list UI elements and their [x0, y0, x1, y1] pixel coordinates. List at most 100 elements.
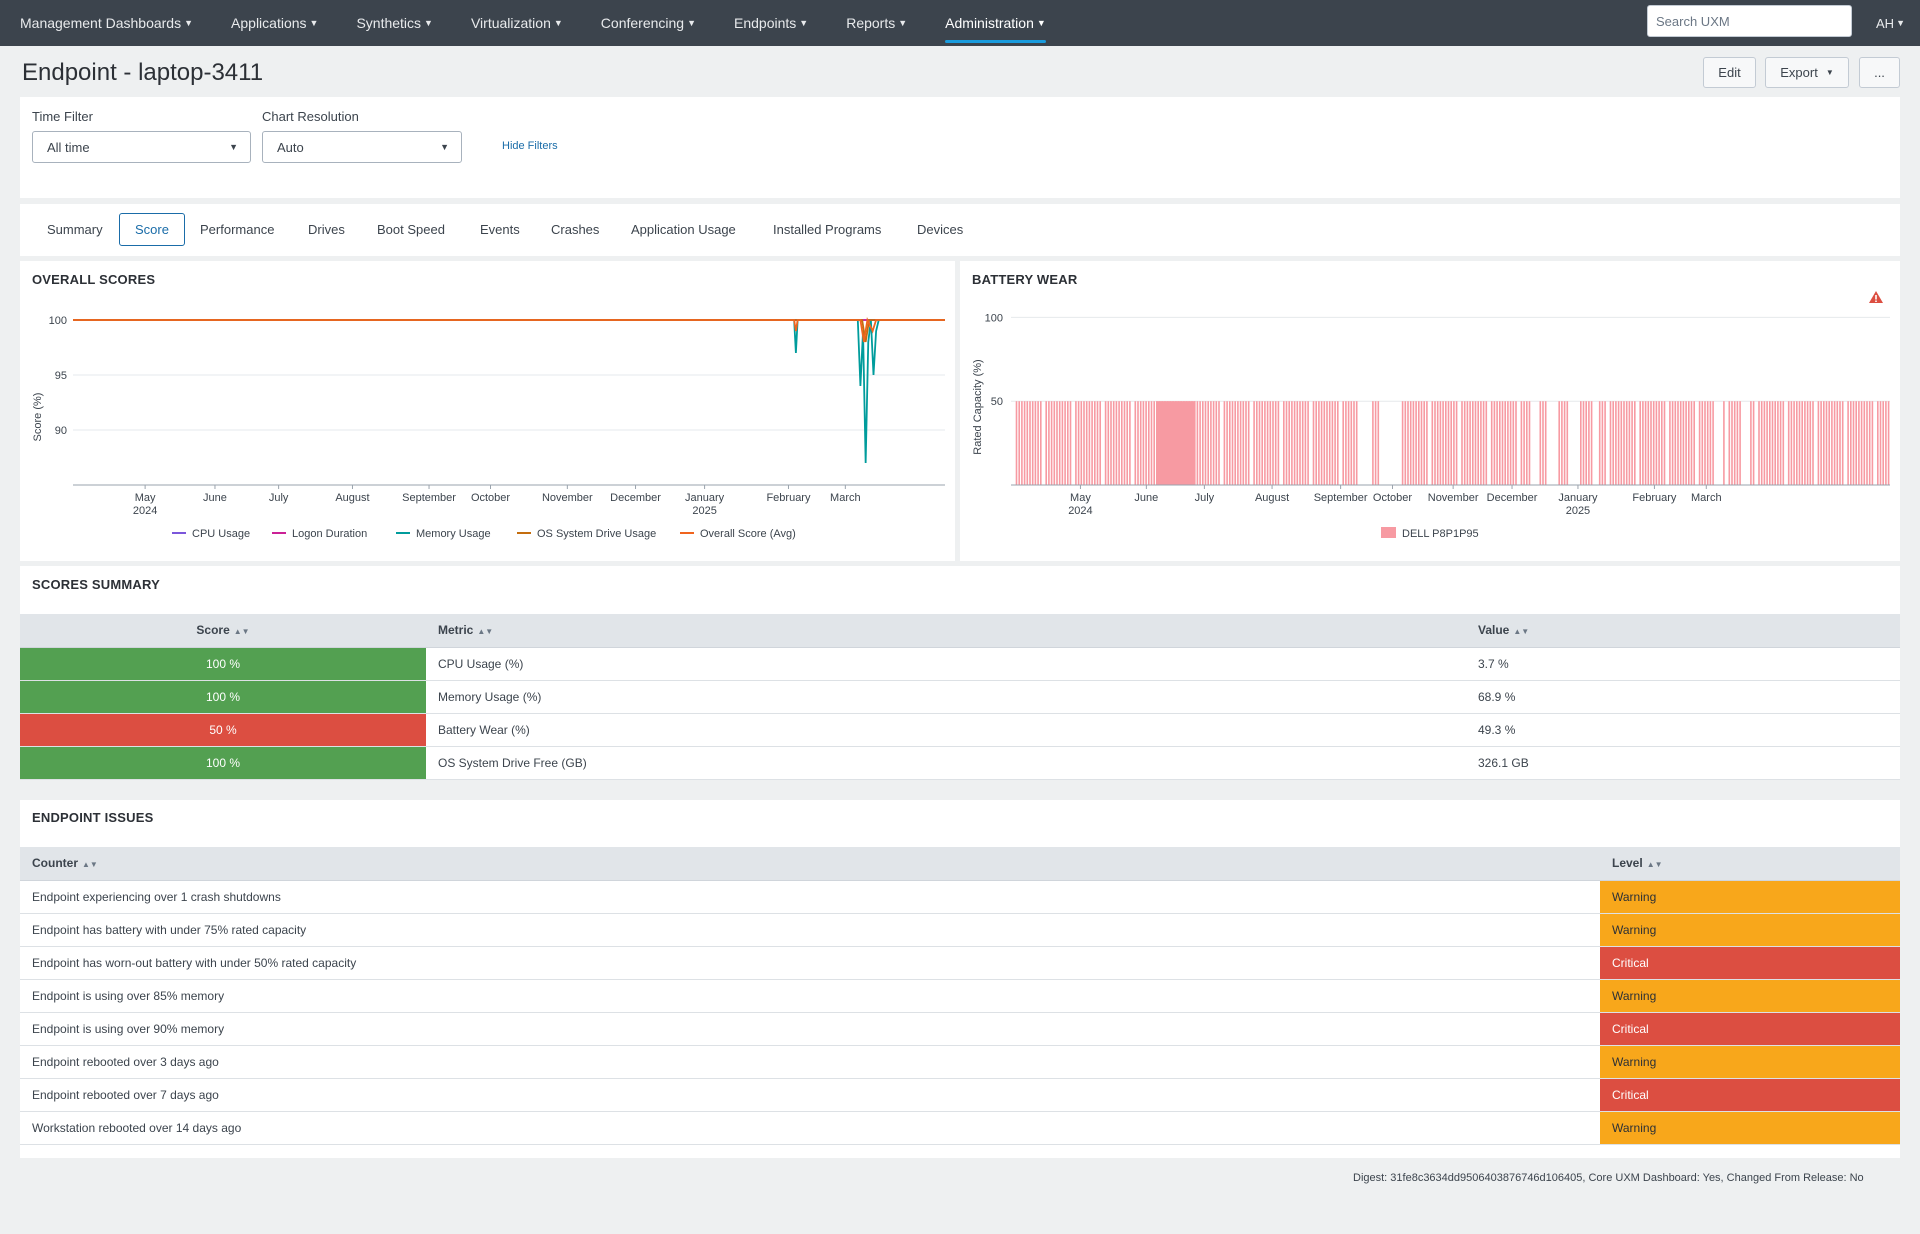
level-cell: Warning [1600, 880, 1900, 914]
battery-bar [1118, 401, 1120, 485]
tab-crashes[interactable]: Crashes [537, 213, 613, 246]
battery-bar [1482, 401, 1485, 485]
tab-devices[interactable]: Devices [903, 213, 977, 246]
battery-bar [1277, 401, 1280, 485]
counter-column-header[interactable]: Counter ▲▼ [20, 847, 1600, 881]
endpoint-issues-title: ENDPOINT ISSUES [32, 810, 154, 825]
battery-bar [1342, 401, 1344, 485]
battery-bar [1377, 401, 1380, 485]
battery-bar [1512, 401, 1515, 485]
x-tick-label: 2024 [1068, 505, 1092, 517]
battery-bar [1223, 401, 1226, 485]
more-actions-button[interactable]: ... [1859, 57, 1900, 88]
value-cell: 3.7 % [1466, 647, 1900, 681]
level-column-header[interactable]: Level ▲▼ [1600, 847, 1900, 881]
battery-bar [1442, 401, 1444, 485]
metric-column-header[interactable]: Metric ▲▼ [426, 614, 1466, 648]
battery-bar [1582, 401, 1585, 485]
battery-bar [1504, 401, 1506, 485]
nav-administration[interactable]: Administration ▼ [925, 0, 1064, 46]
nav-endpoints[interactable]: Endpoints ▼ [714, 0, 826, 46]
battery-bar [1871, 401, 1874, 485]
legend-label: Logon Duration [292, 528, 367, 540]
series-line [73, 316, 945, 343]
x-tick-label: June [203, 492, 227, 504]
value-cell: 68.9 % [1466, 680, 1900, 714]
edit-button[interactable]: Edit [1703, 57, 1756, 88]
top-nav: Management Dashboards ▼ Applications ▼ Syn… [0, 0, 1920, 46]
search-input[interactable] [1647, 5, 1852, 37]
legend-swatch [1381, 527, 1396, 538]
battery-bar [1407, 401, 1409, 485]
battery-bar [1839, 401, 1841, 485]
battery-bar [1879, 401, 1882, 485]
tab-application-usage[interactable]: Application Usage [617, 213, 750, 246]
caret-down-icon: ▼ [184, 18, 194, 28]
battery-bar [1434, 401, 1436, 485]
battery-bar [1261, 401, 1263, 485]
nav-label: Management Dashboards [20, 15, 182, 31]
battery-bar [1833, 401, 1836, 485]
export-button[interactable]: Export ▼ [1765, 57, 1849, 88]
battery-bar [1796, 401, 1798, 485]
battery-bar [1099, 401, 1101, 485]
battery-bar [1315, 401, 1317, 485]
battery-bar [1731, 401, 1733, 485]
tab-score[interactable]: Score [119, 213, 185, 246]
x-tick-label: June [1134, 492, 1158, 504]
y-tick-label: 50 [991, 396, 1003, 408]
time-filter-select[interactable]: All time ▼ [32, 131, 251, 163]
counter-cell: Endpoint is using over 85% memory [20, 979, 1600, 1013]
user-menu[interactable]: AH ▼ [1876, 0, 1905, 46]
battery-bar [1852, 401, 1855, 485]
nav-synthetics[interactable]: Synthetics ▼ [336, 0, 451, 46]
battery-bar [1156, 401, 1196, 485]
metric-col-label: Metric [438, 623, 474, 638]
tab-drives[interactable]: Drives [294, 213, 359, 246]
tab-installed-programs[interactable]: Installed Programs [759, 213, 895, 246]
battery-bar [1058, 401, 1061, 485]
nav-reports[interactable]: Reports ▼ [826, 0, 925, 46]
battery-bar [1234, 401, 1236, 485]
y-tick-label: 100 [985, 312, 1003, 324]
nav-applications[interactable]: Applications ▼ [211, 0, 336, 46]
nav-virtualization[interactable]: Virtualization ▼ [451, 0, 581, 46]
battery-bar [1331, 401, 1334, 485]
tab-summary[interactable]: Summary [33, 213, 117, 246]
battery-bar [1652, 401, 1655, 485]
hide-filters-link[interactable]: Hide Filters [502, 140, 558, 152]
battery-bar [1469, 401, 1471, 485]
battery-bar [1490, 401, 1493, 485]
battery-bar [1739, 401, 1741, 485]
x-tick-label: September [402, 492, 456, 504]
battery-bar [1253, 401, 1255, 485]
nav-management-dashboards[interactable]: Management Dashboards ▼ [0, 0, 211, 46]
tab-events[interactable]: Events [466, 213, 534, 246]
battery-bar [1337, 401, 1339, 485]
battery-bar [1274, 401, 1277, 485]
battery-bar [1499, 401, 1501, 485]
battery-bar [1760, 401, 1763, 485]
metric-cell: CPU Usage (%) [426, 647, 1466, 681]
battery-bar [1404, 401, 1407, 485]
table-row: 100 % OS System Drive Free (GB) 326.1 GB [20, 746, 1900, 780]
battery-bar [1121, 401, 1123, 485]
caret-down-icon: ▼ [1036, 18, 1046, 28]
value-column-header[interactable]: Value ▲▼ [1466, 614, 1900, 648]
nav-conferencing[interactable]: Conferencing ▼ [581, 0, 714, 46]
x-tick-label: February [1632, 492, 1677, 504]
battery-bar [1374, 401, 1377, 485]
chart-resolution-select[interactable]: Auto ▼ [262, 131, 462, 163]
score-column-header[interactable]: Score ▲▼ [20, 614, 426, 648]
table-row: Endpoint experiencing over 1 crash shutd… [20, 880, 1900, 914]
x-tick-label: September [1314, 492, 1368, 504]
nav-label: Reports [846, 15, 896, 31]
tab-boot-speed[interactable]: Boot Speed [363, 213, 459, 246]
battery-bar [1080, 401, 1083, 485]
tab-performance[interactable]: Performance [186, 213, 288, 246]
legend-label: Overall Score (Avg) [700, 528, 796, 540]
battery-bar [1094, 401, 1096, 485]
battery-bar [1701, 401, 1704, 485]
nav-label: Endpoints [734, 15, 797, 31]
level-col-label: Level [1612, 856, 1643, 871]
